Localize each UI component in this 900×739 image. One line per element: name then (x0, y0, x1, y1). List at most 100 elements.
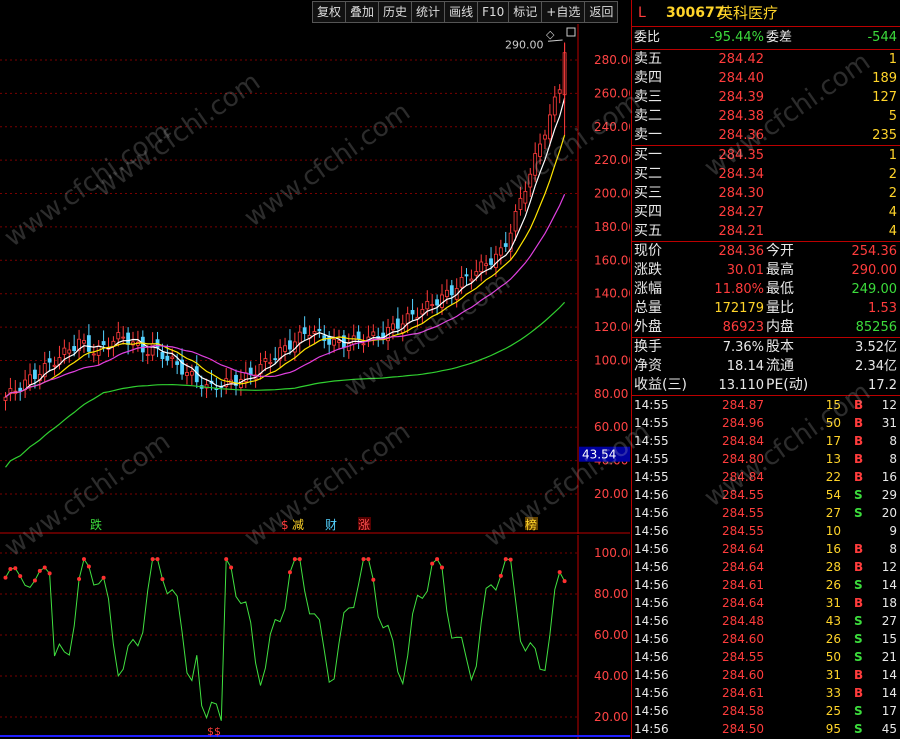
toolbar-button-4[interactable]: 画线 (444, 1, 479, 23)
toolbar-button-5[interactable]: F10 (477, 1, 510, 23)
candle-body (351, 335, 356, 345)
ask-volume: 127 (872, 90, 897, 105)
candle-body (175, 361, 180, 365)
event-marker: 财 (325, 518, 337, 532)
candle-body (126, 332, 131, 345)
tick-row: 14:56 284.64 31 B 18 (632, 594, 900, 612)
osc-hot-dot (366, 557, 371, 562)
tick-count: 12 (881, 398, 897, 412)
osc-hot-dot (224, 557, 229, 562)
osc-hot-dot (8, 566, 13, 571)
tick-count: 18 (881, 596, 897, 610)
toolbar-button-6[interactable]: 标记 (508, 1, 543, 23)
tick-list[interactable]: 14:55 284.87 15 B 12 14:55 284.96 50 B 31 14:55 284… (632, 396, 900, 738)
candle-body (337, 340, 341, 343)
ask-label: 卖二 (634, 108, 662, 124)
toolbar-button-7[interactable]: +自选 (541, 1, 586, 23)
stat-value: 7.36% (722, 340, 764, 355)
event-marker: 涨 (358, 517, 370, 532)
weibi-row: 委比 -95.44% 委差 -544 (632, 27, 900, 50)
tick-price: 284.96 (722, 416, 764, 430)
tick-volume: 50 (825, 416, 841, 430)
tick-volume: 27 (825, 506, 841, 520)
candle-body (312, 331, 317, 334)
diamond-icon: ◇ (546, 28, 555, 41)
stat-label: 最高 (766, 262, 794, 278)
tick-price: 284.64 (722, 542, 764, 556)
tick-volume: 33 (825, 686, 841, 700)
bid-row: 买四 284.27 4 (632, 203, 900, 222)
candle-body (185, 372, 189, 376)
ask-price: 284.38 (718, 109, 765, 124)
ask-price: 284.39 (718, 90, 765, 105)
tick-count: 15 (881, 632, 897, 646)
toolbar-button-1[interactable]: 叠加 (345, 1, 380, 23)
ask-price: 284.40 (718, 71, 765, 86)
stat-row: 现价 284.36 今开 254.36 (632, 242, 900, 261)
candle-body (464, 274, 469, 277)
tick-volume: 54 (825, 488, 841, 502)
candle-body (420, 309, 425, 315)
stat-label: 净资 (634, 358, 662, 374)
fundamental-row: 收益(三) 13.110 PE(动) 17.2 (632, 376, 900, 395)
stat-label: 涨幅 (634, 281, 662, 297)
tick-count: 14 (881, 578, 897, 592)
candle-body (523, 190, 528, 204)
weicha-label: 委差 (766, 30, 793, 45)
stat-value: 13.110 (718, 378, 765, 393)
osc-hot-dot (37, 568, 42, 573)
candle-body (459, 277, 464, 288)
toolbar-button-0[interactable]: 复权 (312, 1, 347, 23)
tick-price: 284.48 (722, 614, 764, 628)
tick-count: 20 (881, 506, 897, 520)
chart-area[interactable]: 复权叠加历史统计画线F10标记+自选返回 280.00260.00240.002… (0, 0, 630, 739)
toolbar-button-2[interactable]: 历史 (378, 1, 413, 23)
tick-count: 9 (889, 524, 897, 538)
osc-hot-dot (297, 557, 302, 562)
tick-time: 14:56 (634, 506, 669, 520)
stat-value: 1.53 (868, 301, 897, 316)
tick-time: 14:56 (634, 614, 669, 628)
tick-price: 284.84 (722, 434, 764, 448)
candle-body (283, 345, 287, 352)
price-chart[interactable]: 280.00 260.00 240.00 220.00 200.00 180.00 160.… (0, 24, 630, 534)
tick-price: 284.55 (722, 488, 764, 502)
toolbar-button-8[interactable]: 返回 (584, 1, 619, 23)
tick-volume: 31 (825, 668, 841, 682)
osc-axis-label: 40.00 (594, 669, 628, 683)
stat-value: 290.00 (851, 263, 898, 278)
price-stats: 现价 284.36 今开 254.36 涨跌 30.01 最高 290.00 涨幅 11.80% 最… (632, 242, 900, 338)
bid-label: 买一 (634, 147, 662, 163)
stat-label: 最低 (766, 281, 794, 297)
tick-row: 14:56 284.55 54 S 29 (632, 486, 900, 504)
stat-label: 外盘 (634, 319, 662, 335)
candle-body (503, 243, 508, 247)
candle-body (395, 318, 400, 329)
tick-count: 21 (881, 650, 897, 664)
candle-body (62, 347, 67, 355)
bid-label: 买四 (634, 204, 662, 220)
stat-value: 18.14 (726, 359, 764, 374)
osc-hot-dot (18, 574, 23, 579)
tick-row: 14:55 284.80 13 B 8 (632, 450, 900, 468)
osc-axis-label: 20.00 (594, 710, 628, 724)
candle-body (47, 358, 52, 363)
tick-price: 284.80 (722, 452, 764, 466)
tick-row: 14:56 284.55 27 S 20 (632, 504, 900, 522)
tick-row: 14:56 284.61 26 S 14 (632, 576, 900, 594)
oscillator-chart[interactable]: 100.00 80.00 60.00 40.00 20.00 $$ (0, 535, 630, 739)
bid-volume: 4 (888, 205, 897, 220)
bid-label: 买二 (634, 166, 662, 182)
tick-volume: 95 (825, 722, 841, 736)
candle-body (3, 396, 8, 401)
toolbar-button-3[interactable]: 统计 (411, 1, 446, 23)
candle-body (518, 197, 523, 210)
tick-side: B (854, 560, 864, 574)
event-marker: 跌 (90, 517, 102, 532)
tick-time: 14:56 (634, 596, 669, 610)
candle-body (474, 271, 479, 276)
osc-hot-dot (32, 578, 37, 583)
tick-time: 14:55 (634, 470, 669, 484)
tick-volume: 13 (825, 452, 841, 466)
tick-time: 14:56 (634, 632, 669, 646)
